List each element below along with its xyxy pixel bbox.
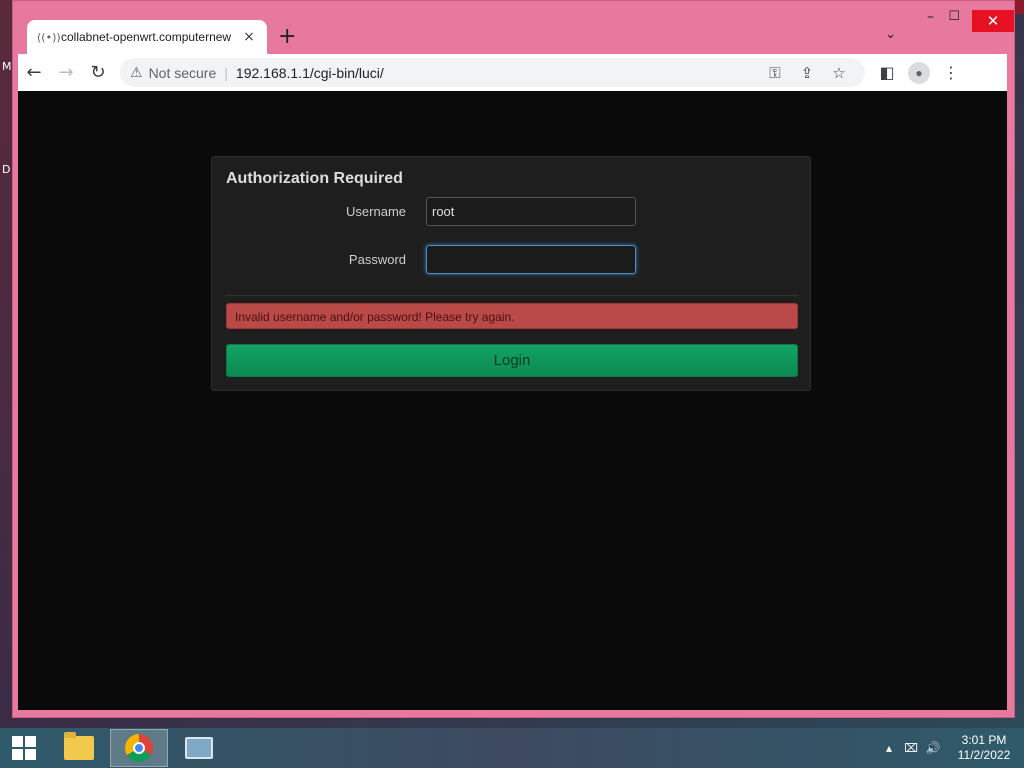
share-icon[interactable]: ⇪ <box>791 64 823 82</box>
minimize-button[interactable]: – <box>927 9 934 25</box>
tab-title: collabnet-openwrt.computernew <box>61 30 232 44</box>
taskbar-chrome[interactable] <box>110 729 168 767</box>
back-button[interactable]: ← <box>18 62 50 83</box>
windows-logo-icon <box>12 736 36 760</box>
page-viewport: Authorization Required Username Password… <box>18 91 1007 710</box>
close-window-button[interactable]: ✕ <box>972 10 1014 32</box>
password-label: Password <box>348 252 406 267</box>
clock-time: 3:01 PM <box>961 733 1007 747</box>
omnibox-separator: | <box>224 64 228 81</box>
username-field[interactable] <box>426 197 636 226</box>
security-label[interactable]: Not secure <box>149 65 217 81</box>
clock[interactable]: 3:01 PM 11/2/2022 <box>944 733 1024 763</box>
form-divider <box>226 295 798 296</box>
bookmark-star-icon[interactable]: ☆ <box>823 64 855 82</box>
maximize-button[interactable]: ☐ <box>948 9 960 24</box>
error-alert: Invalid username and/or password! Please… <box>226 303 798 329</box>
system-tray: ▴ ⌧ 🔊 3:01 PM 11/2/2022 <box>878 733 1024 763</box>
tab-close-icon[interactable]: × <box>241 29 257 45</box>
tab-search-icon[interactable]: ⌄ <box>885 27 896 42</box>
address-bar[interactable]: ⚠ Not secure | 192.168.1.1/cgi-bin/luci/… <box>120 58 865 87</box>
clock-date: 11/2/2022 <box>957 748 1011 762</box>
desktop-icon-label: M <box>2 60 12 73</box>
chrome-icon <box>125 734 153 762</box>
toolbar-right: ◧ ● ⋮ <box>871 61 967 84</box>
taskbar-system-monitor[interactable] <box>170 729 228 767</box>
forward-button[interactable]: → <box>50 62 82 83</box>
desktop-icon-label: D <box>2 163 11 176</box>
start-button[interactable] <box>0 728 48 768</box>
browser-tab[interactable]: ((•)) collabnet-openwrt.computernew × <box>27 20 267 54</box>
network-icon[interactable]: ⌧ <box>900 741 922 755</box>
tray-overflow-icon[interactable]: ▴ <box>878 741 900 755</box>
page-title: Authorization Required <box>226 170 403 187</box>
login-button[interactable]: Login <box>226 344 798 377</box>
username-label: Username <box>346 204 406 219</box>
tab-strip: ((•)) collabnet-openwrt.computernew × + … <box>13 1 1014 54</box>
url-text[interactable]: 192.168.1.1/cgi-bin/luci/ <box>236 65 759 81</box>
login-card: Authorization Required Username Password… <box>211 156 811 391</box>
system-monitor-icon <box>185 737 213 759</box>
browser-toolbar: ← → ↻ ⚠ Not secure | 192.168.1.1/cgi-bin… <box>18 54 1007 91</box>
warning-icon[interactable]: ⚠ <box>130 65 143 81</box>
key-icon[interactable]: ⚿ <box>759 64 791 82</box>
reload-button[interactable]: ↻ <box>82 62 114 83</box>
profile-avatar-icon[interactable]: ● <box>908 61 930 84</box>
side-panel-icon[interactable]: ◧ <box>871 63 903 82</box>
taskbar: ▴ ⌧ 🔊 3:01 PM 11/2/2022 <box>0 728 1024 768</box>
taskbar-file-explorer[interactable] <box>50 729 108 767</box>
file-explorer-icon <box>64 732 94 760</box>
wireless-broadcast-icon: ((•)) <box>37 30 61 44</box>
browser-window: ((•)) collabnet-openwrt.computernew × + … <box>12 0 1015 718</box>
password-field[interactable] <box>426 245 636 274</box>
new-tab-button[interactable]: + <box>278 24 296 49</box>
menu-kebab-icon[interactable]: ⋮ <box>935 63 967 82</box>
volume-icon[interactable]: 🔊 <box>922 741 944 755</box>
